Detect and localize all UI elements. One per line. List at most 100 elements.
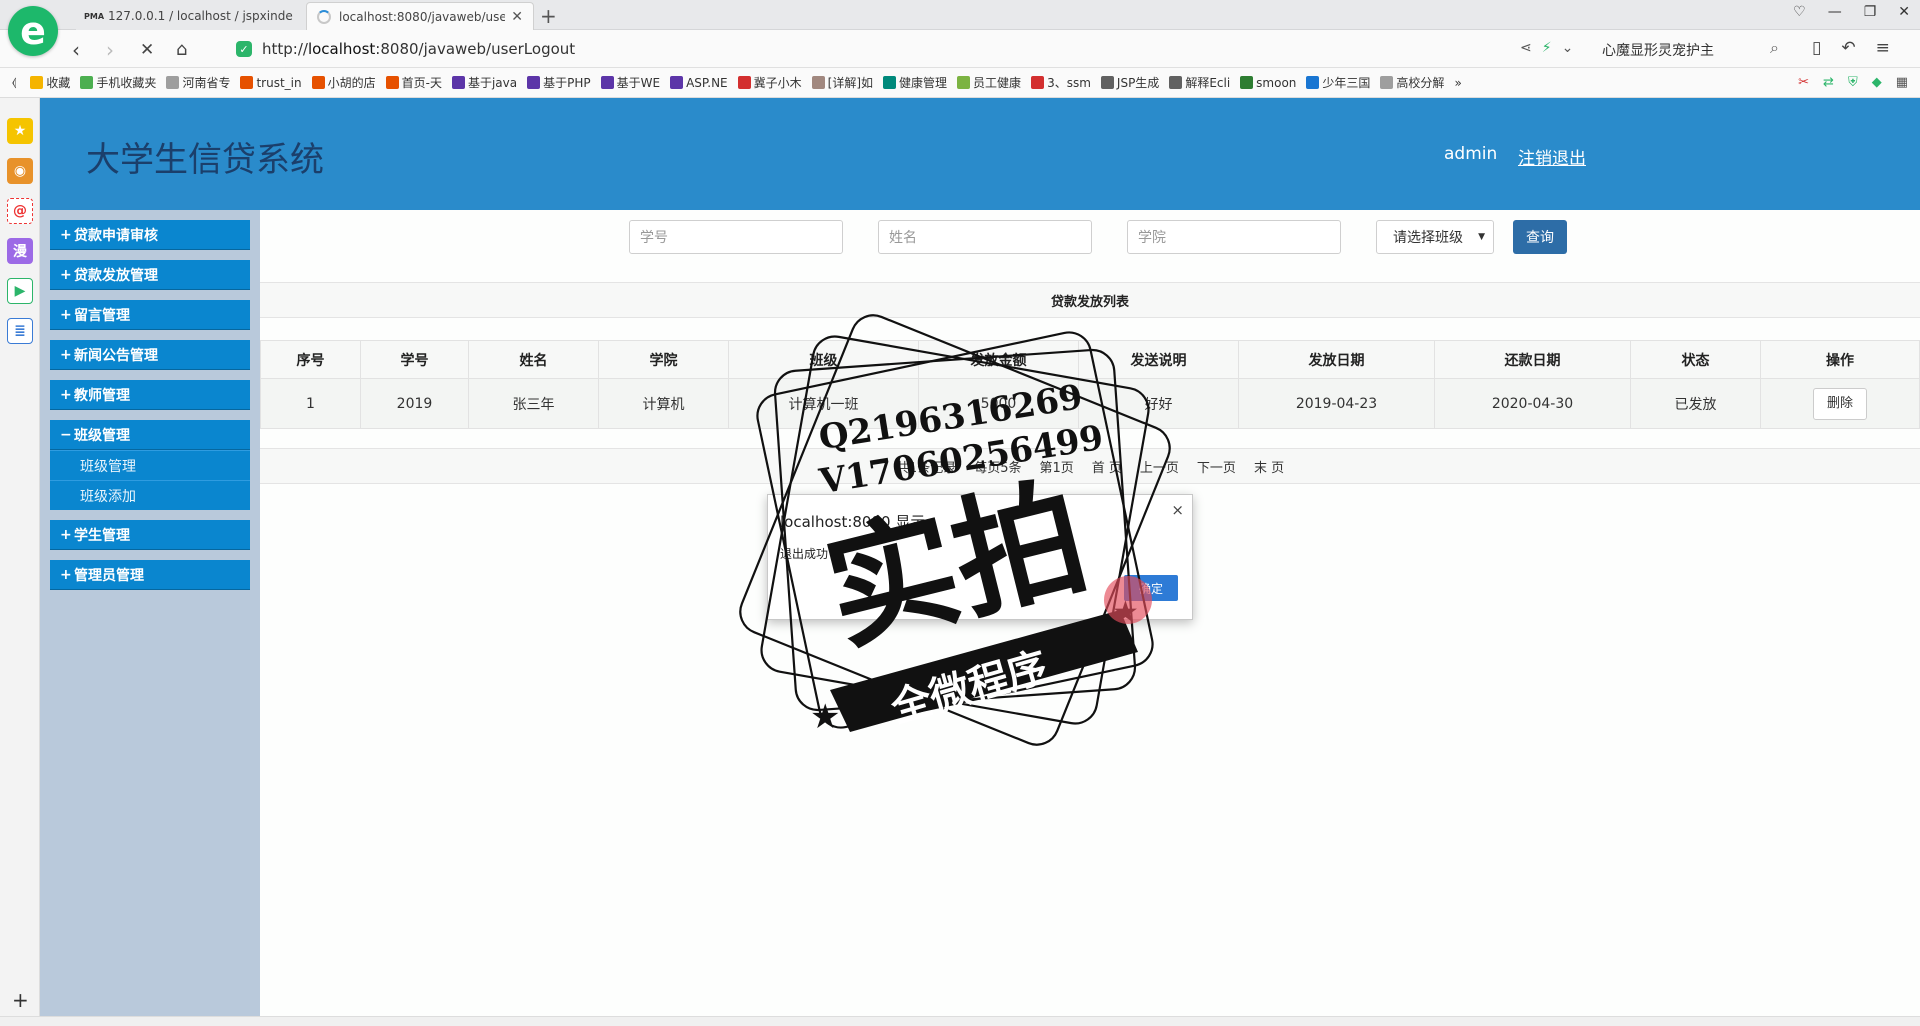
forward-icon[interactable]: › bbox=[106, 38, 114, 62]
menu-icon[interactable]: ≡ bbox=[1876, 38, 1890, 58]
bookmark-item[interactable]: 手机收藏夹 bbox=[80, 74, 156, 91]
alert-ok-button[interactable]: 确定 bbox=[1124, 575, 1178, 601]
logout-link[interactable]: 注销退出 bbox=[1518, 144, 1586, 169]
bookmark-item[interactable]: 基于java bbox=[451, 74, 517, 91]
minimize-icon[interactable]: — bbox=[1828, 4, 1842, 20]
pager-last[interactable]: 末 页 bbox=[1254, 457, 1284, 476]
search-icon[interactable]: ⌕ bbox=[1770, 38, 1779, 58]
home-icon[interactable]: ⌂ bbox=[176, 39, 187, 60]
cell-amount: 5000 bbox=[918, 378, 1079, 429]
name-input[interactable]: 姓名 bbox=[878, 220, 1092, 254]
bookmark-item[interactable]: 高校分解 bbox=[1380, 74, 1444, 91]
bookmark-favicon-icon bbox=[670, 76, 684, 89]
shield-icon[interactable]: ⛨ bbox=[1848, 75, 1858, 90]
bookmark-item[interactable]: [详解]如 bbox=[811, 74, 873, 91]
bookmark-favicon-icon bbox=[1031, 76, 1045, 89]
close-icon[interactable]: × bbox=[1171, 501, 1184, 519]
submenu-class-add[interactable]: 班级添加 bbox=[50, 480, 250, 510]
menu-students[interactable]: + 学生管理 bbox=[50, 520, 250, 550]
video-icon[interactable]: ▶ bbox=[7, 278, 33, 304]
bookmark-favicon-icon bbox=[385, 76, 399, 89]
tab-label: localhost:8080/javaweb/userLo bbox=[339, 9, 505, 24]
site-title: 大学生信贷系统 bbox=[86, 140, 324, 180]
bookmark-item[interactable]: 小胡的店 bbox=[311, 74, 376, 91]
query-button[interactable]: 查询 bbox=[1513, 220, 1567, 254]
menu-label: 新闻公告管理 bbox=[74, 347, 158, 364]
class-select[interactable]: 请选择班级 ▼ bbox=[1376, 220, 1494, 254]
apps-grid-icon[interactable]: ▦ bbox=[1896, 75, 1908, 90]
bookmark-label: 员工健康 bbox=[973, 76, 1022, 90]
menu-label: 班级管理 bbox=[74, 427, 130, 444]
game-icon[interactable]: ◆ bbox=[1872, 75, 1882, 90]
pager-first[interactable]: 首 页 bbox=[1092, 457, 1122, 476]
bookmark-item[interactable]: 收藏 bbox=[30, 74, 70, 91]
bookmark-item[interactable]: 解释Ecli bbox=[1169, 74, 1230, 91]
search-box[interactable]: 心魔显形灵宠护主 bbox=[1602, 40, 1714, 60]
bookmark-item[interactable]: 基于PHP bbox=[527, 74, 591, 91]
undo-icon[interactable]: ↶ bbox=[1841, 38, 1855, 58]
translate-icon[interactable]: ⇄ bbox=[1823, 75, 1834, 90]
bookmarks-collapse-icon[interactable]: ⦉ bbox=[12, 75, 16, 90]
bookmarks-more-icon[interactable]: » bbox=[1454, 76, 1461, 90]
bookmark-item[interactable]: 首页-天 bbox=[385, 74, 442, 91]
menu-messages[interactable]: + 留言管理 bbox=[50, 300, 250, 330]
mail-icon[interactable]: @ bbox=[7, 198, 33, 224]
close-tab-icon[interactable]: ✕ bbox=[511, 9, 523, 25]
new-tab-icon[interactable]: + bbox=[540, 4, 557, 28]
bookmark-favicon-icon bbox=[30, 76, 44, 89]
submenu-class-manage[interactable]: 班级管理 bbox=[50, 450, 250, 480]
back-icon[interactable]: ‹ bbox=[72, 38, 80, 62]
bookmark-favicon-icon bbox=[957, 76, 971, 89]
pager-next[interactable]: 下一页 bbox=[1197, 457, 1236, 476]
delete-button[interactable]: 删除 bbox=[1813, 387, 1867, 420]
share-icon[interactable]: ⋖ bbox=[1520, 40, 1532, 56]
notes-icon[interactable]: ≣ bbox=[7, 318, 33, 344]
loading-spinner-icon bbox=[317, 9, 331, 24]
cell-name: 张三年 bbox=[468, 378, 599, 429]
speed-mode-icon[interactable]: ⚡ bbox=[1542, 40, 1552, 56]
url-scheme: http:// bbox=[262, 40, 308, 58]
browser-tab-logout[interactable]: localhost:8080/javaweb/userLo ✕ bbox=[306, 2, 534, 30]
bookmark-item[interactable]: 基于WE bbox=[600, 74, 660, 91]
bookmark-item[interactable]: 河南省专 bbox=[166, 74, 230, 91]
mobile-icon[interactable]: ▯ bbox=[1812, 38, 1821, 58]
menu-news[interactable]: + 新闻公告管理 bbox=[50, 340, 250, 370]
browser-tab-phpmyadmin[interactable]: PMA 127.0.0.1 / localhost / jspxinde bbox=[76, 2, 306, 30]
menu-loan-disbursement[interactable]: + 贷款发放管理 bbox=[50, 260, 250, 290]
close-window-icon[interactable]: ✕ bbox=[1898, 4, 1910, 20]
url-field[interactable]: http://localhost:8080/javaweb/userLogout bbox=[262, 40, 575, 58]
bookmark-label: 基于PHP bbox=[543, 76, 591, 90]
column-header: 还款日期 bbox=[1434, 340, 1631, 379]
bookmark-item[interactable]: 3、ssm bbox=[1031, 74, 1091, 91]
favorites-star-icon[interactable]: ★ bbox=[7, 118, 33, 144]
cell-class: 计算机一班 bbox=[728, 378, 919, 429]
bookmark-item[interactable]: 健康管理 bbox=[883, 74, 947, 91]
college-input[interactable]: 学院 bbox=[1127, 220, 1341, 254]
bookmark-item[interactable]: JSP生成 bbox=[1100, 74, 1159, 91]
bookmark-item[interactable]: 少年三国 bbox=[1306, 74, 1370, 91]
scissors-icon[interactable]: ✂ bbox=[1798, 75, 1809, 90]
bookmark-item[interactable]: smoon bbox=[1240, 76, 1296, 90]
search-form: 学号 姓名 学院 请选择班级 ▼ 查询 bbox=[260, 220, 1920, 254]
restore-icon[interactable]: ❐ bbox=[1864, 4, 1877, 20]
skin-icon[interactable]: ♡ bbox=[1793, 4, 1806, 20]
menu-loan-review[interactable]: + 贷款申请审核 bbox=[50, 220, 250, 250]
bookmark-item[interactable]: ASP.NE bbox=[670, 76, 728, 90]
weibo-icon[interactable]: ◉ bbox=[7, 158, 33, 184]
menu-teachers[interactable]: + 教师管理 bbox=[50, 380, 250, 410]
bookmark-item[interactable]: 员工健康 bbox=[957, 74, 1021, 91]
student-no-input[interactable]: 学号 bbox=[629, 220, 843, 254]
table-header-row: 序号 学号 姓名 学院 班级 发放金额 发送说明 发放日期 还款日期 状态 操作 bbox=[260, 340, 1920, 379]
chevron-down-icon[interactable]: ⌄ bbox=[1562, 40, 1574, 56]
pager-prev[interactable]: 上一页 bbox=[1140, 457, 1179, 476]
menu-admins[interactable]: + 管理员管理 bbox=[50, 560, 250, 590]
stop-loading-icon[interactable]: ✕ bbox=[140, 40, 154, 60]
bookmark-item[interactable]: 冀子小木 bbox=[737, 74, 802, 91]
add-sidebar-app-icon[interactable]: + bbox=[12, 988, 29, 1012]
comic-icon[interactable]: 漫 bbox=[7, 238, 33, 264]
bookmark-item[interactable]: trust_in bbox=[240, 76, 302, 90]
menu-classes[interactable]: − 班级管理 bbox=[50, 420, 250, 450]
cell-action: 删除 bbox=[1760, 378, 1920, 429]
browser-logo-icon[interactable]: e bbox=[8, 6, 58, 56]
bookmark-label: 手机收藏夹 bbox=[96, 76, 157, 90]
